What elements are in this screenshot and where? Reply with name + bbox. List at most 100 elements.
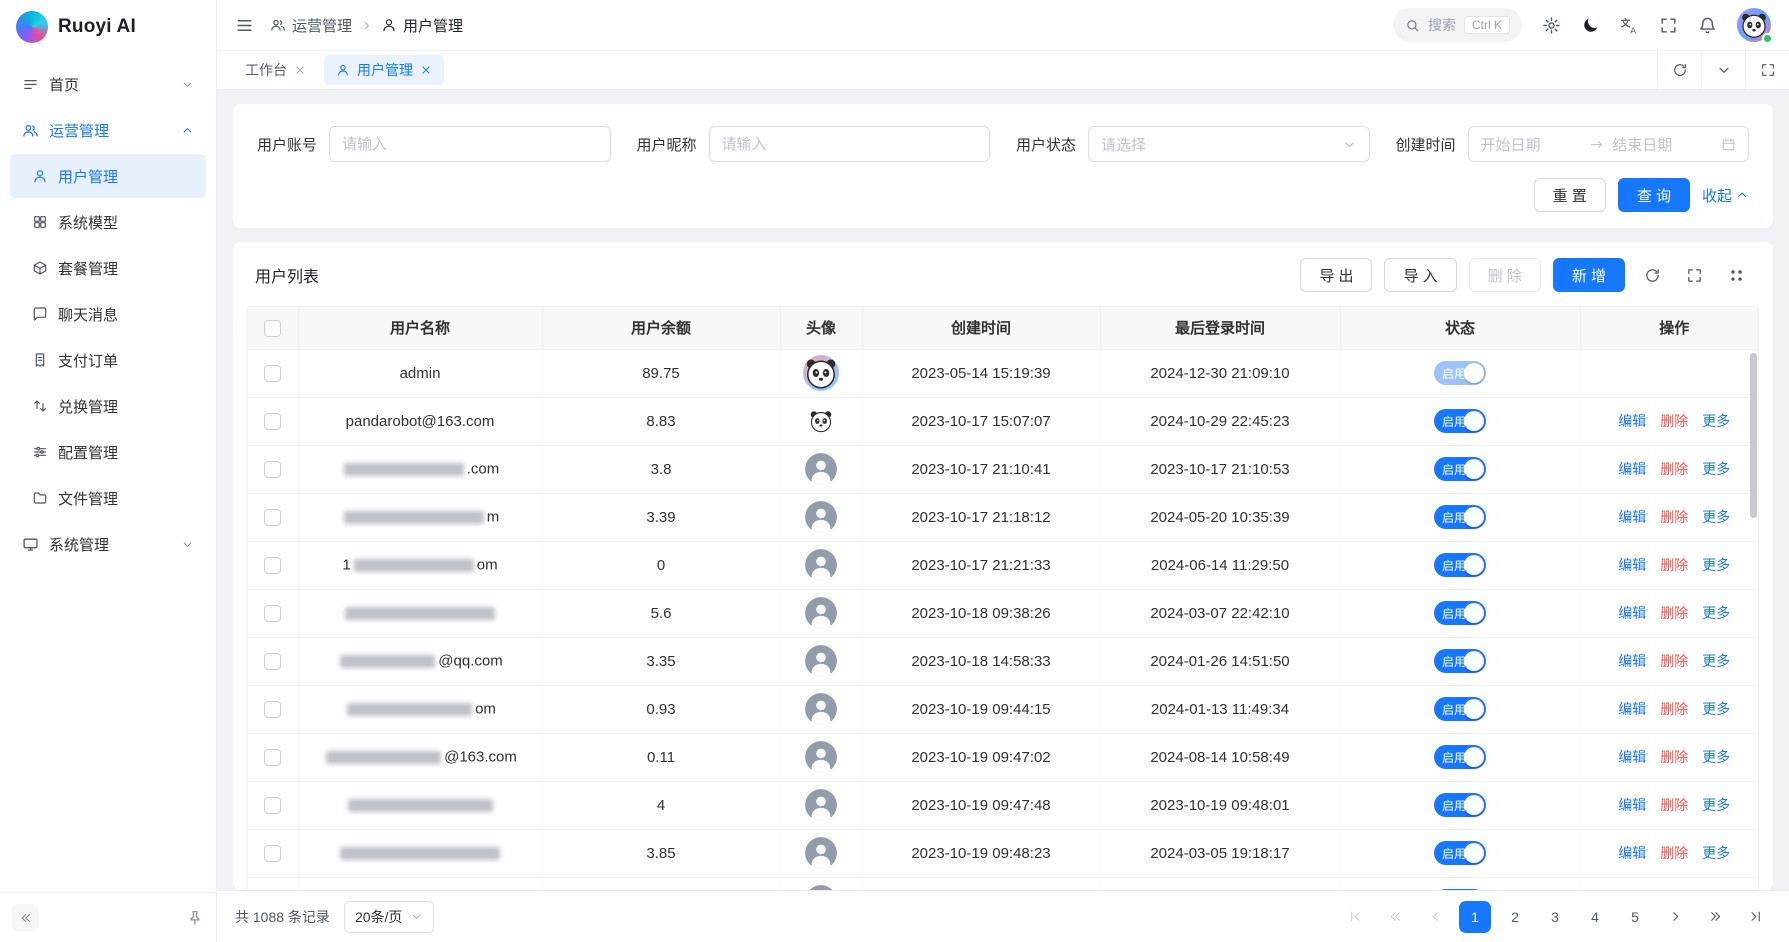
row-checkbox[interactable] xyxy=(264,749,281,766)
page-size-select[interactable]: 20条/页 xyxy=(344,901,434,933)
delete-link[interactable]: 删除 xyxy=(1660,461,1688,477)
row-checkbox[interactable] xyxy=(264,509,281,526)
sidebar-item-chat-messages[interactable]: 聊天消息 xyxy=(10,292,206,336)
edit-link[interactable]: 编辑 xyxy=(1618,605,1646,621)
more-link[interactable]: 更多 xyxy=(1702,845,1730,861)
delete-link[interactable]: 删除 xyxy=(1660,653,1688,669)
first-page-button[interactable] xyxy=(1339,901,1371,933)
tab-close-icon[interactable] xyxy=(420,64,432,76)
pin-icon[interactable] xyxy=(186,909,204,927)
row-checkbox[interactable] xyxy=(264,413,281,430)
status-toggle[interactable]: 启用 xyxy=(1434,745,1486,769)
created-time-daterange[interactable]: 开始日期结束日期 xyxy=(1468,126,1749,162)
export-button[interactable]: 导 出 xyxy=(1300,258,1372,292)
page-button-2[interactable]: 2 xyxy=(1499,901,1531,933)
more-link[interactable]: 更多 xyxy=(1702,749,1730,765)
row-checkbox[interactable] xyxy=(264,365,281,382)
sidebar-item-system-management[interactable]: 系统管理 xyxy=(10,522,206,566)
more-link[interactable]: 更多 xyxy=(1702,509,1730,525)
status-toggle[interactable]: 启用 xyxy=(1434,601,1486,625)
status-select[interactable]: 请选择 xyxy=(1088,126,1369,162)
status-toggle[interactable]: 启用 xyxy=(1434,553,1486,577)
prev-group-button[interactable] xyxy=(1379,901,1411,933)
select-all-checkbox[interactable] xyxy=(264,320,281,337)
row-checkbox[interactable] xyxy=(264,845,281,862)
edit-link[interactable]: 编辑 xyxy=(1618,749,1646,765)
row-checkbox[interactable] xyxy=(264,701,281,718)
sidebar-item-payment-orders[interactable]: 支付订单 xyxy=(10,338,206,382)
sidebar-item-file-management[interactable]: 文件管理 xyxy=(10,476,206,520)
nickname-input[interactable] xyxy=(709,126,990,162)
delete-link[interactable]: 删除 xyxy=(1660,509,1688,525)
sidebar-item-system-models[interactable]: 系统模型 xyxy=(10,200,206,244)
edit-link[interactable]: 编辑 xyxy=(1618,461,1646,477)
column-settings-icon[interactable] xyxy=(1721,260,1751,290)
delete-link[interactable]: 删除 xyxy=(1660,557,1688,573)
row-checkbox[interactable] xyxy=(264,461,281,478)
sidebar-item-home[interactable]: 首页 xyxy=(10,62,206,106)
edit-link[interactable]: 编辑 xyxy=(1618,701,1646,717)
refresh-table-icon[interactable] xyxy=(1637,260,1667,290)
last-page-button[interactable] xyxy=(1739,901,1771,933)
more-link[interactable]: 更多 xyxy=(1702,413,1730,429)
more-link[interactable]: 更多 xyxy=(1702,557,1730,573)
status-toggle[interactable]: 启用 xyxy=(1434,649,1486,673)
sidebar-collapse-button[interactable] xyxy=(12,904,39,931)
edit-link[interactable]: 编辑 xyxy=(1618,413,1646,429)
table-scrollbar[interactable] xyxy=(1750,353,1757,518)
more-link[interactable]: 更多 xyxy=(1702,605,1730,621)
row-checkbox[interactable] xyxy=(264,797,281,814)
status-toggle[interactable]: 启用 xyxy=(1434,505,1486,529)
settings-icon[interactable] xyxy=(1542,16,1561,35)
edit-link[interactable]: 编辑 xyxy=(1618,653,1646,669)
user-avatar[interactable] xyxy=(1737,8,1771,42)
collapse-filters-link[interactable]: 收起 xyxy=(1702,185,1749,206)
more-link[interactable]: 更多 xyxy=(1702,701,1730,717)
fullscreen-icon[interactable] xyxy=(1659,16,1678,35)
notifications-icon[interactable] xyxy=(1698,16,1717,35)
delete-button[interactable]: 删 除 xyxy=(1469,258,1541,292)
sidebar-item-redeem-management[interactable]: 兑换管理 xyxy=(10,384,206,428)
more-link[interactable]: 更多 xyxy=(1702,461,1730,477)
row-checkbox[interactable] xyxy=(264,605,281,622)
more-link[interactable]: 更多 xyxy=(1702,653,1730,669)
more-link[interactable]: 更多 xyxy=(1702,797,1730,813)
page-button-5[interactable]: 5 xyxy=(1619,901,1651,933)
account-input[interactable] xyxy=(329,126,610,162)
logo[interactable]: Ruoyi AI xyxy=(0,0,216,54)
page-button-4[interactable]: 4 xyxy=(1579,901,1611,933)
status-toggle[interactable]: 启用 xyxy=(1434,409,1486,433)
status-toggle[interactable]: 启用 xyxy=(1434,793,1486,817)
breadcrumb-item-user-management[interactable]: 用户管理 xyxy=(381,15,463,36)
prev-page-button[interactable] xyxy=(1419,901,1451,933)
delete-link[interactable]: 删除 xyxy=(1660,413,1688,429)
sidebar-item-user-management[interactable]: 用户管理 xyxy=(10,154,206,198)
row-checkbox[interactable] xyxy=(264,653,281,670)
tab-menu-chevron-down-icon[interactable] xyxy=(1701,51,1745,89)
status-toggle[interactable]: 启用 xyxy=(1434,457,1486,481)
delete-link[interactable]: 删除 xyxy=(1660,797,1688,813)
tab-close-icon[interactable] xyxy=(294,64,306,76)
edit-link[interactable]: 编辑 xyxy=(1618,509,1646,525)
sidebar-item-operations[interactable]: 运营管理 xyxy=(10,108,206,152)
status-toggle[interactable]: 启用 xyxy=(1434,361,1486,385)
tab-workbench[interactable]: 工作台 xyxy=(233,55,318,85)
delete-link[interactable]: 删除 xyxy=(1660,845,1688,861)
menu-toggle-icon[interactable] xyxy=(235,16,254,35)
status-toggle[interactable]: 启用 xyxy=(1434,841,1486,865)
table-fullscreen-icon[interactable] xyxy=(1679,260,1709,290)
tab-refresh-icon[interactable] xyxy=(1657,51,1701,89)
next-group-button[interactable] xyxy=(1699,901,1731,933)
status-toggle[interactable]: 启用 xyxy=(1434,697,1486,721)
translate-icon[interactable]: 文A xyxy=(1620,16,1639,35)
reset-button[interactable]: 重 置 xyxy=(1534,178,1606,212)
delete-link[interactable]: 删除 xyxy=(1660,701,1688,717)
tab-fullscreen-icon[interactable] xyxy=(1745,51,1789,89)
page-button-1[interactable]: 1 xyxy=(1459,901,1491,933)
edit-link[interactable]: 编辑 xyxy=(1618,845,1646,861)
breadcrumb-item-operations[interactable]: 运营管理 xyxy=(270,15,352,36)
delete-link[interactable]: 删除 xyxy=(1660,605,1688,621)
edit-link[interactable]: 编辑 xyxy=(1618,797,1646,813)
search-input[interactable]: 搜索 Ctrl K xyxy=(1393,8,1522,42)
import-button[interactable]: 导 入 xyxy=(1384,258,1456,292)
